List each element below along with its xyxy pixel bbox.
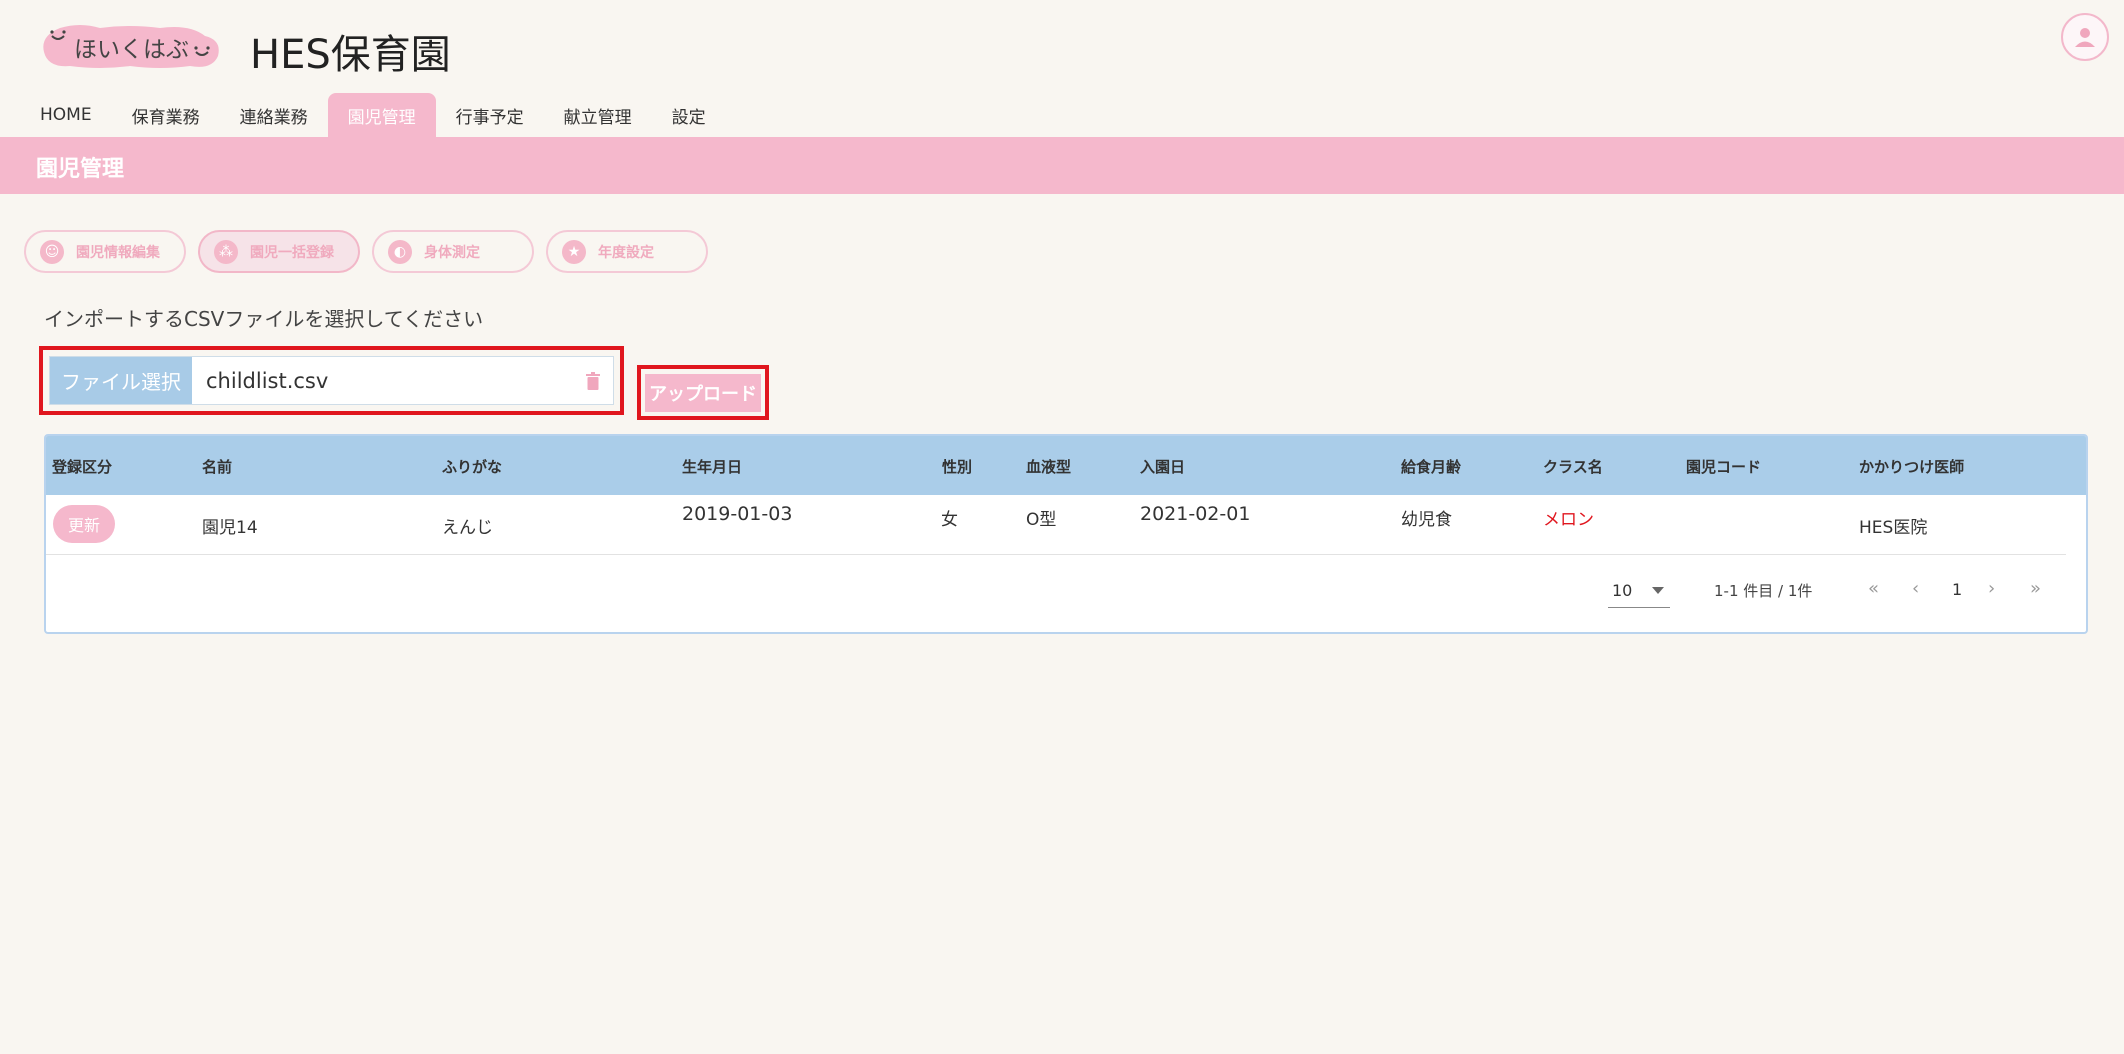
col-name: 名前 bbox=[202, 458, 233, 476]
current-page[interactable]: 1 bbox=[1952, 580, 1962, 599]
nav-events[interactable]: 行事予定 bbox=[436, 93, 544, 137]
main-nav: HOME 保育業務 連絡業務 園児管理 行事予定 献立管理 設定 bbox=[20, 93, 726, 137]
cell-birthdate: 2019-01-03 bbox=[682, 503, 793, 525]
col-child-code: 園児コード bbox=[1686, 458, 1762, 476]
body-measure-label: 身体測定 bbox=[424, 244, 480, 261]
first-page-icon[interactable]: « bbox=[1868, 578, 1879, 599]
year-setting-label: 年度設定 bbox=[598, 244, 654, 261]
rows-per-page-select[interactable]: 10 bbox=[1608, 574, 1670, 608]
action-toolbar: ☺ 園児情報編集 ⁂ 園児一括登録 ◐ 身体測定 ★ 年度設定 bbox=[24, 230, 708, 273]
nav-child-management[interactable]: 園児管理 bbox=[327, 93, 436, 137]
measure-icon: ◐ bbox=[388, 239, 412, 264]
org-name: HES保育園 bbox=[250, 32, 451, 78]
status-badge: 更新 bbox=[53, 505, 115, 543]
cell-class-name: メロン bbox=[1543, 510, 1594, 530]
app-logo: ほいくはぶ bbox=[40, 22, 222, 70]
import-instruction: インポートするCSVファイルを選択してください bbox=[44, 307, 484, 331]
prev-page-icon[interactable]: ‹ bbox=[1912, 578, 1919, 599]
logo-text: ほいくはぶ bbox=[74, 37, 189, 63]
upload-button[interactable]: アップロード bbox=[645, 374, 761, 412]
table-row: 更新 園児14 えんじ 2019-01-03 女 O型 2021-02-01 幼… bbox=[46, 495, 2086, 554]
cell-enroll-date: 2021-02-01 bbox=[1140, 503, 1251, 525]
nav-contact[interactable]: 連絡業務 bbox=[220, 93, 328, 137]
person-icon bbox=[2075, 28, 2095, 47]
file-input: ファイル選択 childlist.csv bbox=[49, 356, 614, 405]
col-sex: 性別 bbox=[942, 458, 973, 476]
rows-per-page-value: 10 bbox=[1612, 581, 1633, 600]
col-registration-type: 登録区分 bbox=[52, 458, 113, 476]
col-kana: ふりがな bbox=[442, 458, 503, 476]
nav-home[interactable]: HOME bbox=[20, 93, 112, 137]
nav-settings[interactable]: 設定 bbox=[652, 93, 726, 137]
cell-meal-age: 幼児食 bbox=[1401, 510, 1452, 530]
group-icon: ⁂ bbox=[214, 239, 238, 264]
cell-kana: えんじ bbox=[442, 518, 493, 538]
section-header: 園児管理 bbox=[0, 137, 2124, 194]
edit-child-info-label: 園児情報編集 bbox=[76, 244, 160, 261]
year-setting-button[interactable]: ★ 年度設定 bbox=[546, 230, 708, 273]
pagination-range: 1-1 件目 / 1件 bbox=[1714, 582, 1813, 600]
nav-childcare[interactable]: 保育業務 bbox=[112, 93, 220, 137]
row-divider bbox=[46, 554, 2066, 555]
col-doctor: かかりつけ医師 bbox=[1859, 458, 1965, 476]
cell-blood-type: O型 bbox=[1026, 510, 1057, 530]
file-name-field[interactable]: childlist.csv bbox=[192, 369, 573, 393]
import-preview-table: 登録区分 名前 ふりがな 生年月日 性別 血液型 入園日 給食月齢 クラス名 園… bbox=[44, 434, 2088, 634]
col-enroll-date: 入園日 bbox=[1140, 458, 1186, 476]
star-icon: ★ bbox=[562, 239, 586, 264]
edit-child-info-button[interactable]: ☺ 園児情報編集 bbox=[24, 230, 186, 273]
cell-sex: 女 bbox=[941, 510, 958, 530]
col-blood-type: 血液型 bbox=[1026, 458, 1072, 476]
bulk-register-button[interactable]: ⁂ 園児一括登録 bbox=[198, 230, 360, 273]
chevron-down-icon bbox=[1652, 586, 1664, 594]
trash-icon[interactable] bbox=[573, 371, 613, 390]
body-measure-button[interactable]: ◐ 身体測定 bbox=[372, 230, 534, 273]
next-page-icon[interactable]: › bbox=[1988, 578, 1995, 599]
section-title: 園児管理 bbox=[36, 157, 125, 182]
child-face-icon: ☺ bbox=[40, 239, 64, 264]
user-menu-button[interactable] bbox=[2061, 13, 2109, 61]
last-page-icon[interactable]: » bbox=[2030, 578, 2041, 599]
table-header: 登録区分 名前 ふりがな 生年月日 性別 血液型 入園日 給食月齢 クラス名 園… bbox=[46, 436, 2086, 495]
col-class-name: クラス名 bbox=[1543, 458, 1603, 476]
bulk-register-label: 園児一括登録 bbox=[250, 244, 334, 261]
col-meal-age: 給食月齢 bbox=[1401, 458, 1462, 476]
file-select-button[interactable]: ファイル選択 bbox=[50, 357, 192, 404]
cell-name: 園児14 bbox=[202, 518, 258, 538]
file-input-highlight: ファイル選択 childlist.csv bbox=[39, 346, 624, 415]
upload-button-highlight: アップロード bbox=[637, 365, 769, 420]
nav-menu-management[interactable]: 献立管理 bbox=[544, 93, 652, 137]
cell-doctor: HES医院 bbox=[1859, 518, 1928, 538]
col-birthdate: 生年月日 bbox=[682, 458, 743, 476]
